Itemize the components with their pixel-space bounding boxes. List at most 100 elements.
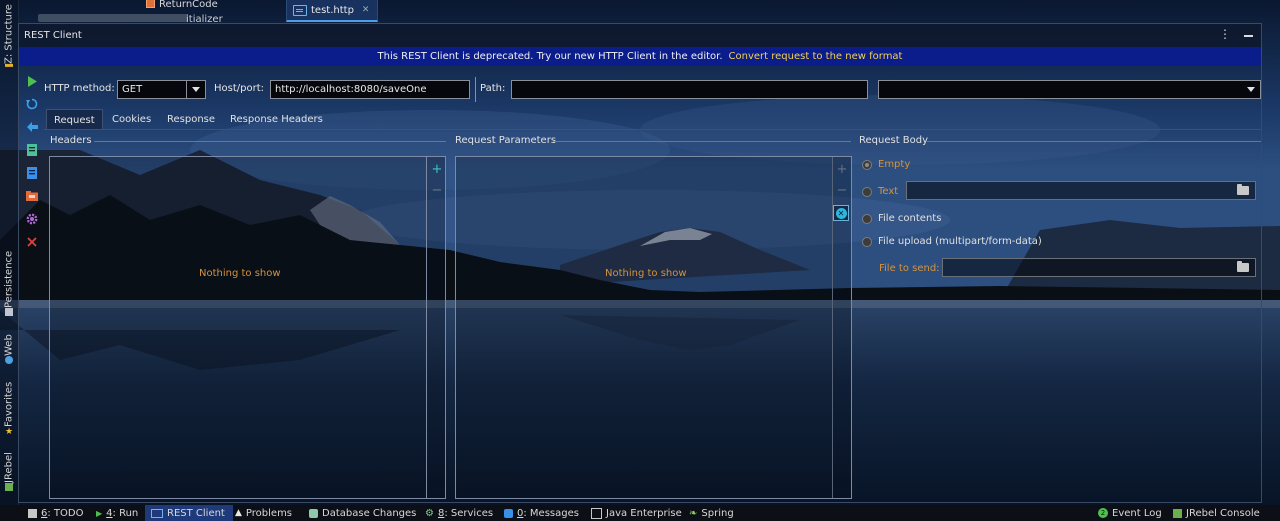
tab-underline [44, 129, 1261, 130]
body-file-contents-label: File contents [878, 213, 942, 224]
http-file-icon [293, 4, 307, 16]
left-tool-stripe: Z: Structure Persistence Web ★ Favorites… [0, 0, 19, 505]
close-icon[interactable] [26, 236, 38, 248]
http-method-value: GET [122, 84, 143, 95]
request-parameters-table[interactable]: Nothing to show [455, 156, 833, 499]
chevron-down-icon[interactable] [186, 81, 205, 98]
tab-response-headers-label: Response Headers [230, 113, 323, 125]
toolwindow-java-enterprise[interactable]: Java Enterprise [591, 505, 682, 521]
radio-text[interactable] [862, 186, 872, 197]
body-text-field[interactable] [906, 181, 1256, 200]
path-history-select[interactable] [878, 80, 1261, 99]
class-icon [146, 0, 155, 8]
request-line-separator [475, 77, 476, 102]
tab-response-headers[interactable]: Response Headers [223, 109, 330, 129]
persistence-icon [5, 308, 13, 317]
left-tab-web-label: Web [3, 334, 15, 357]
tab-request-label: Request [54, 114, 95, 126]
left-tab-favorites[interactable]: ★ Favorites [1, 380, 17, 438]
radio-file-contents[interactable] [862, 213, 872, 224]
folder-icon[interactable] [1237, 184, 1249, 195]
spring-label: Spring [701, 507, 734, 519]
tab-cookies[interactable]: Cookies [105, 109, 158, 129]
toolwindow-database-changes[interactable]: Database Changes [309, 505, 416, 521]
body-file-upload-label: File upload (multipart/form-data) [878, 236, 1042, 247]
jrebel-icon [1173, 508, 1182, 518]
jrebel-icon [5, 482, 13, 491]
left-tab-web[interactable]: Web [1, 332, 17, 370]
event-log-count-badge: 2 [1098, 508, 1108, 518]
remove-header-icon[interactable]: − [431, 184, 443, 197]
headers-title: Headers [50, 135, 92, 146]
refresh-icon[interactable] [26, 98, 38, 110]
convert-request-link[interactable]: Convert request to the new format [729, 51, 903, 62]
event-log-label: Event Log [1112, 507, 1162, 519]
toolwindow-jrebel-console[interactable]: JRebel Console [1173, 505, 1260, 521]
left-tab-jrebel[interactable]: JRebel [1, 450, 17, 496]
toolwindow-messages[interactable]: 0: Messages [504, 505, 579, 521]
toolwindow-run[interactable]: ▶ 4: Run [96, 505, 138, 521]
params-rule [553, 141, 851, 142]
file-to-send-label: File to send: [879, 263, 940, 274]
editor-tab-test-http[interactable]: test.http ✕ [286, 0, 379, 22]
left-tab-jrebel-label: JRebel [3, 452, 15, 483]
minimize-icon[interactable] [1244, 35, 1253, 37]
run-icon: ▶ [96, 508, 103, 518]
path-label: Path: [480, 83, 506, 94]
body-empty-label: Empty [878, 159, 911, 170]
http-method-select[interactable]: GET [117, 80, 206, 99]
left-tab-persistence[interactable]: Persistence [1, 250, 17, 320]
java-enterprise-icon [591, 507, 602, 519]
toolwindow-event-log[interactable]: 2 Event Log [1098, 505, 1162, 521]
body-text-option[interactable]: Text [862, 186, 898, 197]
tab-response[interactable]: Response [160, 109, 222, 129]
body-file-contents-option[interactable]: File contents [862, 213, 941, 224]
project-tree-item-label: ReturnCode [159, 0, 218, 10]
jrebel-console-label: JRebel Console [1186, 507, 1260, 519]
headers-rule [94, 141, 446, 142]
toolwindow-spring[interactable]: ❧ Spring [689, 505, 734, 521]
close-tab-icon[interactable]: ✕ [362, 5, 370, 15]
spring-icon: ❧ [689, 507, 698, 519]
body-text-label: Text [878, 186, 899, 197]
headers-empty-text: Nothing to show [199, 268, 281, 279]
import-icon[interactable] [26, 167, 38, 179]
messages-icon [504, 508, 513, 518]
toolwindow-services[interactable]: ⚙ 8: Services [425, 505, 493, 521]
options-menu-icon[interactable]: ⋮ [1219, 28, 1231, 40]
panel-header: REST Client ⋮ [19, 24, 1261, 47]
chevron-down-icon[interactable] [1242, 81, 1260, 98]
run-icon[interactable] [26, 75, 38, 87]
add-header-icon[interactable]: + [431, 163, 443, 176]
star-icon: ★ [4, 426, 14, 437]
body-empty-option[interactable]: Empty [862, 159, 910, 170]
deprecation-banner: This REST Client is deprecated. Try our … [19, 47, 1261, 66]
rest-toolbar [19, 70, 45, 250]
toolwindow-todo[interactable]: 6: TODO [28, 505, 83, 521]
left-tab-structure[interactable]: Z: Structure [1, 4, 17, 70]
params-empty-text: Nothing to show [605, 268, 687, 279]
settings-icon[interactable] [26, 213, 38, 225]
body-file-upload-option[interactable]: File upload (multipart/form-data) [862, 236, 1042, 247]
radio-empty[interactable] [862, 159, 872, 170]
blurred-tree-item [38, 14, 188, 22]
file-to-send-field[interactable] [942, 258, 1256, 277]
database-icon [309, 508, 318, 518]
tab-request[interactable]: Request [46, 109, 103, 130]
open-folder-icon[interactable] [26, 190, 38, 202]
back-icon[interactable] [26, 121, 38, 133]
radio-file-upload[interactable] [862, 236, 872, 247]
export-icon[interactable] [26, 144, 38, 156]
toolwindow-rest-client[interactable]: REST Client [145, 505, 233, 521]
toolwindow-problems[interactable]: ▲ Problems [235, 505, 292, 521]
add-param-icon[interactable]: + [836, 163, 848, 176]
folder-icon[interactable] [1237, 261, 1249, 272]
project-tree-item[interactable]: ReturnCode [146, 0, 218, 10]
path-input[interactable] [511, 80, 868, 99]
headers-table[interactable]: Nothing to show [49, 156, 427, 499]
host-port-input[interactable] [270, 80, 470, 99]
todo-icon [28, 508, 37, 518]
clear-params-icon[interactable]: ✕ [833, 205, 849, 221]
remove-param-icon[interactable]: − [836, 184, 848, 197]
request-body-title: Request Body [859, 135, 929, 146]
